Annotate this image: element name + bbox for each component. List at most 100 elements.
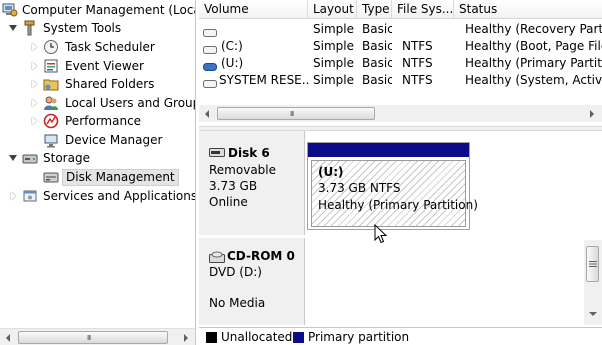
volume-file-system: NTFS xyxy=(402,39,433,53)
expand-arrow-icon[interactable] xyxy=(31,99,39,107)
scroll-thumb[interactable] xyxy=(586,246,599,282)
partition-body: (U:) 3.73 GB NTFS Healthy (Primary Parti… xyxy=(311,160,478,227)
legend-swatch-unallocated xyxy=(206,332,217,343)
expand-arrow-icon[interactable] xyxy=(31,43,39,51)
disk-name: Disk 6 xyxy=(228,146,270,160)
volume-name xyxy=(221,21,307,38)
disk-view-vertical-scrollbar[interactable] xyxy=(584,240,602,325)
disk-management-icon xyxy=(43,172,59,183)
disk-separator xyxy=(199,235,584,237)
partition-size-fs: 3.73 GB NTFS xyxy=(318,181,401,195)
volume-type: Basic xyxy=(362,73,392,87)
device-manager-icon xyxy=(44,134,58,148)
tree-item-label: Event Viewer xyxy=(65,59,144,73)
volume-name: (U:) xyxy=(221,56,244,70)
tree-horizontal-scrollbar[interactable]: III xyxy=(0,328,195,345)
tree-item-label: Shared Folders xyxy=(65,77,155,91)
disk-graphical-view: Disk 6 Removable 3.73 GB Online (U:) 3.7… xyxy=(199,131,602,325)
expand-arrow-icon[interactable] xyxy=(10,192,18,200)
volume-file-system xyxy=(402,21,452,38)
partition-name: (U:) xyxy=(318,165,344,179)
volume-list: Volume Layout Type File Sys... Status Si… xyxy=(199,0,602,126)
scroll-grip-icon xyxy=(589,261,597,267)
drive-icon xyxy=(203,26,217,37)
column-header-file-system[interactable]: File Sys... xyxy=(392,0,454,19)
collapse-arrow-icon[interactable] xyxy=(9,24,17,32)
scroll-left-arrow-icon[interactable] xyxy=(0,329,17,345)
computer-management-icon xyxy=(2,3,18,17)
column-header-type[interactable]: Type xyxy=(357,0,392,19)
mouse-cursor-icon xyxy=(374,224,388,244)
volume-status: Healthy (Recovery Partitio xyxy=(465,22,602,36)
volume-status: Healthy (Primary Partition xyxy=(465,56,602,70)
disk-state: Online xyxy=(209,195,248,209)
volume-type: Basic xyxy=(362,39,392,53)
expand-arrow-icon[interactable] xyxy=(31,117,39,125)
tree-item-label: Computer Management (Local xyxy=(22,3,196,17)
expand-arrow-icon[interactable] xyxy=(31,62,39,70)
column-header-layout[interactable]: Layout xyxy=(308,0,357,19)
expand-arrow-icon[interactable] xyxy=(31,80,39,88)
disk-media: No Media xyxy=(209,296,266,310)
volume-list-header: Volume Layout Type File Sys... Status xyxy=(199,0,602,19)
column-header-volume[interactable]: Volume xyxy=(199,0,308,19)
scroll-thumb[interactable]: III xyxy=(217,107,375,120)
scroll-down-arrow-icon[interactable] xyxy=(584,306,601,323)
volume-layout: Simple xyxy=(313,22,354,36)
disk-size: 3.73 GB xyxy=(209,179,258,193)
legend: Unallocated Primary partition xyxy=(199,327,602,345)
disk-kind: Removable xyxy=(209,163,277,177)
disk-name: CD-ROM 0 xyxy=(227,249,295,263)
disk-info-disk-6[interactable]: Disk 6 Removable 3.73 GB Online xyxy=(199,131,305,235)
volume-row[interactable]: (C:) Simple Basic NTFS Healthy (Boot, Pa… xyxy=(199,38,602,55)
shared-folders-icon xyxy=(43,79,59,91)
tree-item-label: System Tools xyxy=(43,21,122,35)
scroll-left-arrow-icon[interactable] xyxy=(199,105,216,122)
volume-row[interactable]: (U:) Simple Basic NTFS Healthy (Primary … xyxy=(199,55,602,72)
users-icon xyxy=(44,96,58,110)
volume-list-horizontal-scrollbar[interactable]: III xyxy=(199,105,602,122)
volume-layout: Simple xyxy=(313,73,354,87)
legend-swatch-primary-partition xyxy=(293,332,304,343)
partition-status: Healthy (Primary Partition) xyxy=(318,198,478,212)
removable-drive-icon xyxy=(203,60,217,71)
disk-info-cdrom-0[interactable]: CD-ROM 0 DVD (D:) No Media xyxy=(199,238,305,325)
column-header-status[interactable]: Status xyxy=(454,0,602,19)
disk-kind: DVD (D:) xyxy=(209,265,262,279)
tree-item-label: Disk Management xyxy=(62,169,179,186)
scroll-grip: III xyxy=(290,110,294,118)
volume-layout: Simple xyxy=(313,39,354,53)
tree-item-label: Task Scheduler xyxy=(65,40,155,54)
collapse-arrow-icon[interactable] xyxy=(9,154,17,162)
services-icon xyxy=(23,190,37,202)
scroll-grip: III xyxy=(87,334,91,342)
drive-icon xyxy=(203,43,217,54)
volume-type: Basic xyxy=(362,56,392,70)
volume-type: Basic xyxy=(362,22,392,36)
scroll-right-arrow-icon[interactable] xyxy=(583,105,600,122)
console-tree: Computer Management (Local System Tools … xyxy=(0,0,196,345)
performance-icon xyxy=(43,113,59,129)
volume-row[interactable]: Simple Basic Healthy (Recovery Partitio xyxy=(199,21,602,38)
system-tools-icon xyxy=(24,20,35,36)
volume-file-system: NTFS xyxy=(402,73,433,87)
scroll-right-arrow-icon[interactable] xyxy=(177,329,194,345)
cd-drive-icon xyxy=(209,251,225,263)
partition-u[interactable]: (U:) 3.73 GB NTFS Healthy (Primary Parti… xyxy=(307,142,478,230)
tree-item-label: Local Users and Groups xyxy=(65,96,196,110)
tree-item-label: Services and Applications xyxy=(43,189,196,203)
volume-name: (C:) xyxy=(221,39,243,53)
tree-item-label: Device Manager xyxy=(65,133,163,147)
drive-icon xyxy=(203,77,217,88)
volume-status: Healthy (System, Active, P xyxy=(465,73,602,87)
storage-icon xyxy=(22,154,38,164)
event-viewer-icon xyxy=(44,59,58,73)
legend-label-unallocated: Unallocated xyxy=(221,330,293,344)
legend-label-primary-partition: Primary partition xyxy=(308,330,410,344)
clock-icon xyxy=(44,40,58,54)
volume-layout: Simple xyxy=(313,56,354,70)
volume-name: SYSTEM RESE... xyxy=(219,73,309,87)
volume-row[interactable]: SYSTEM RESE... Simple Basic NTFS Healthy… xyxy=(199,72,602,89)
scroll-thumb[interactable]: III xyxy=(18,331,168,344)
primary-partition-bar xyxy=(308,143,469,157)
